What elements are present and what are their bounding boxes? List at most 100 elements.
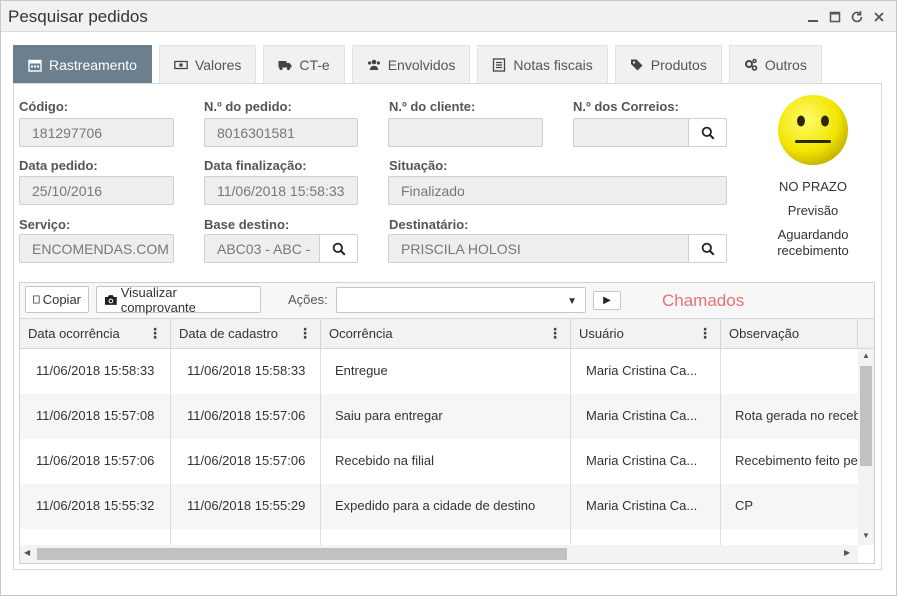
gears-icon [744, 58, 758, 71]
list-icon [493, 57, 506, 72]
cell-usuario: Maria Cristina Ca... [571, 394, 721, 439]
minimize-icon[interactable] [804, 8, 822, 26]
servico-label: Serviço: [19, 217, 71, 232]
tab-bar: Rastreamento Valores CT-e Envolvidos Not… [13, 45, 822, 83]
copy-button[interactable]: Copiar [25, 286, 89, 313]
tab-produtos[interactable]: Produtos [614, 45, 722, 83]
status-previsao: Previsão [787, 203, 839, 218]
tab-cte[interactable]: CT-e [263, 45, 345, 83]
vertical-scroll-thumb[interactable] [860, 366, 872, 466]
table-row[interactable] [20, 529, 858, 545]
cell-data-cadastro: 11/06/2018 15:57:06 [171, 394, 321, 439]
column-header-data-cadastro[interactable]: Data de cadastro ⋮ [171, 319, 321, 349]
cell-empty [20, 529, 171, 545]
scroll-up-icon[interactable]: ▲ [862, 351, 870, 360]
vertical-scrollbar[interactable]: ▲ ▼ [858, 349, 874, 545]
base-destino-field[interactable]: ABC03 - ABC - [204, 234, 320, 263]
table-row[interactable]: 11/06/2018 15:57:08 11/06/2018 15:57:06 … [20, 394, 858, 439]
situacao-label: Situação: [389, 158, 448, 173]
cell-ocorrencia: Saiu para entregar [321, 394, 571, 439]
tab-label: Produtos [650, 56, 707, 73]
cell-ocorrencia: Entregue [321, 349, 571, 394]
codigo-label: Código: [19, 99, 69, 114]
column-header-label: Ocorrência [329, 326, 393, 341]
data-finalizacao-field[interactable]: 11/06/2018 15:58:33 [204, 176, 358, 205]
numero-correios-field[interactable] [573, 118, 689, 147]
column-menu-icon[interactable]: ⋮ [548, 325, 562, 342]
column-header-data-ocorrencia[interactable]: Data ocorrência ⋮ [20, 319, 171, 349]
truck-icon [278, 60, 292, 70]
actions-select[interactable]: ▼ [336, 287, 586, 313]
horizontal-scroll-thumb[interactable] [37, 548, 567, 560]
window-title: Pesquisar pedidos [8, 7, 148, 26]
view-receipt-button[interactable]: Visualizar comprovante [96, 285, 261, 315]
cell-data-cadastro: 11/06/2018 15:55:29 [171, 484, 321, 529]
numero-cliente-field[interactable] [388, 118, 543, 147]
tags-icon [630, 59, 643, 70]
cell-empty [721, 529, 858, 545]
cell-ocorrencia: Expedido para a cidade de destino [321, 484, 571, 529]
table-row[interactable]: 11/06/2018 15:58:33 11/06/2018 15:58:33 … [20, 349, 858, 394]
window-controls [804, 8, 888, 26]
column-menu-icon[interactable]: ⋮ [298, 325, 312, 342]
occurrences-grid: Copiar Visualizar comprovante Ações: ▼ ▶… [19, 282, 875, 564]
cell-observacao: Recebimento feito pe [735, 453, 858, 468]
tab-envolvidos[interactable]: Envolvidos [351, 45, 471, 83]
horizontal-scrollbar[interactable]: ◀ ▶ [20, 545, 858, 563]
tab-rastreamento[interactable]: Rastreamento [13, 45, 152, 83]
cell-usuario: Maria Cristina Ca... [571, 439, 721, 484]
status-aguardando: Aguardando [777, 227, 849, 242]
numero-correios-label: N.º dos Correios: [573, 99, 679, 114]
table-body: 11/06/2018 15:58:33 11/06/2018 15:58:33 … [20, 349, 858, 545]
codigo-field[interactable]: 181297706 [19, 118, 174, 147]
numero-pedido-field[interactable]: 8016301581 [204, 118, 358, 147]
scroll-down-icon[interactable]: ▼ [862, 531, 870, 540]
tab-outros[interactable]: Outros [728, 45, 822, 83]
search-icon [332, 242, 346, 256]
maximize-icon[interactable] [826, 8, 844, 26]
cell-empty [321, 529, 571, 545]
table-row[interactable]: 11/06/2018 15:55:32 11/06/2018 15:55:29 … [20, 484, 858, 529]
column-header-label: Data ocorrência [28, 326, 120, 341]
scroll-left-icon[interactable]: ◀ [24, 548, 30, 557]
situacao-field[interactable]: Finalizado [388, 176, 727, 205]
column-header-usuario[interactable]: Usuário ⋮ [571, 319, 721, 349]
refresh-icon[interactable] [848, 8, 866, 26]
data-pedido-label: Data pedido: [19, 158, 98, 173]
table-row[interactable]: 11/06/2018 15:57:06 11/06/2018 15:57:06 … [20, 439, 858, 484]
column-menu-icon[interactable]: ⋮ [698, 325, 712, 342]
cell-data-ocorrencia: 11/06/2018 15:55:32 [20, 484, 171, 529]
column-header-observacao[interactable]: Observação [721, 319, 858, 349]
run-action-button[interactable]: ▶ [593, 291, 621, 310]
cell-data-cadastro: 11/06/2018 15:57:06 [171, 439, 321, 484]
tab-label: Rastreamento [49, 56, 137, 73]
tab-notas-fiscais[interactable]: Notas fiscais [477, 45, 608, 83]
correios-search-button[interactable] [688, 118, 727, 147]
destinatario-search-button[interactable] [688, 234, 727, 263]
base-destino-label: Base destino: [204, 217, 290, 232]
delivery-status: NO PRAZO Previsão Aguardando recebimento [753, 93, 873, 259]
status-prazo: NO PRAZO [779, 179, 847, 194]
calendar-icon [28, 59, 42, 72]
search-icon [701, 126, 715, 140]
column-header-ocorrencia[interactable]: Ocorrência ⋮ [321, 319, 571, 349]
status-recebimento: recebimento [777, 243, 849, 258]
servico-field[interactable]: ENCOMENDAS.COM [19, 234, 174, 263]
column-menu-icon[interactable]: ⋮ [148, 325, 162, 342]
tab-valores[interactable]: Valores [158, 45, 257, 83]
base-destino-search-button[interactable] [319, 234, 358, 263]
destinatario-label: Destinatário: [389, 217, 469, 232]
table-header: Data ocorrência ⋮ Data de cadastro ⋮ Oco… [20, 319, 874, 349]
users-icon [367, 59, 380, 70]
close-icon[interactable] [870, 8, 888, 26]
cell-empty [571, 529, 721, 545]
scroll-right-icon[interactable]: ▶ [844, 548, 850, 557]
column-header-label: Usuário [579, 326, 624, 341]
numero-cliente-label: N.º do cliente: [389, 99, 476, 114]
destinatario-field[interactable]: PRISCILA HOLOSI [388, 234, 689, 263]
column-header-label: Observação [729, 326, 800, 341]
chamados-link[interactable]: Chamados [662, 291, 744, 311]
cell-data-ocorrencia: 11/06/2018 15:58:33 [20, 349, 171, 394]
caret-down-icon: ▼ [567, 296, 577, 307]
data-pedido-field[interactable]: 25/10/2016 [19, 176, 174, 205]
